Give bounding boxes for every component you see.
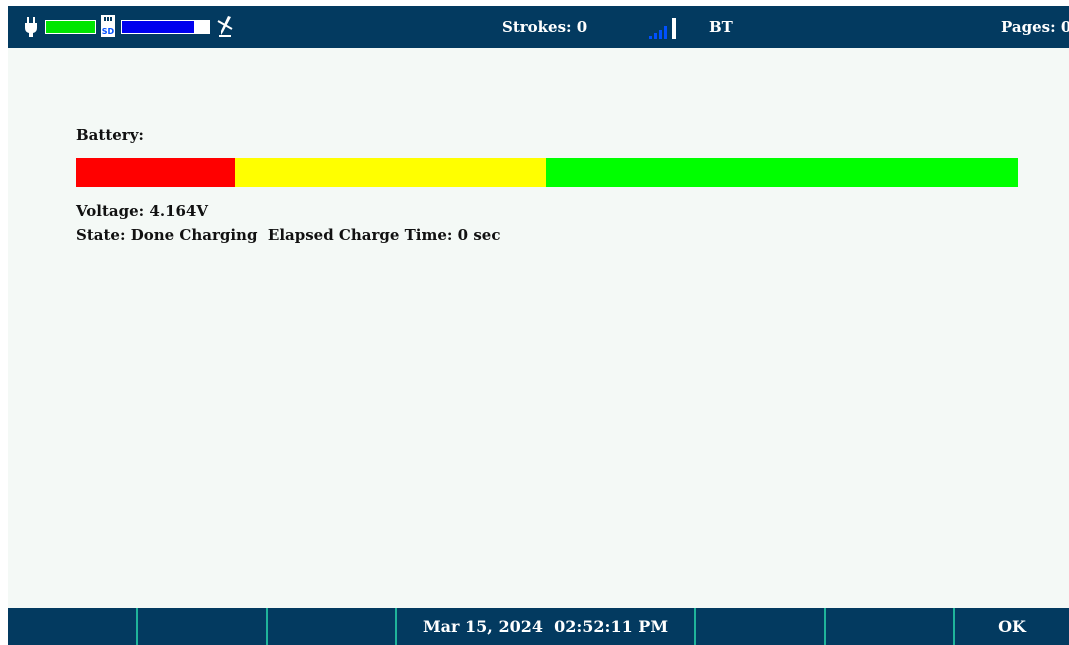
battery-segment-2 <box>235 158 547 187</box>
pen-disconnected-icon <box>217 16 233 37</box>
sd-card-icon: SD <box>101 15 115 37</box>
battery-level-bar <box>76 158 1018 187</box>
softkey-3[interactable] <box>266 608 395 645</box>
status-bar: SD Strokes: 0 BT Pages: 0 <box>8 6 1069 48</box>
pages-counter: Pages: 0 <box>1001 18 1069 36</box>
power-level-bar <box>45 20 96 34</box>
softkey-2[interactable] <box>136 608 266 645</box>
charge-state-readout: State: Done Charging Elapsed Charge Time… <box>76 226 501 244</box>
storage-level-bar <box>121 20 210 34</box>
softkey-5[interactable] <box>694 608 824 645</box>
svg-text:SD: SD <box>102 27 115 36</box>
device-screen: SD Strokes: 0 BT Pages: 0 Battery: Volta… <box>8 6 1069 645</box>
battery-segment-3 <box>546 158 1018 187</box>
battery-title: Battery: <box>76 126 144 144</box>
datetime-display: Mar 15, 2024 02:52:11 PM <box>395 608 694 645</box>
storage-level-fill <box>122 21 195 33</box>
strokes-counter: Strokes: 0 <box>502 18 588 36</box>
softkey-1[interactable] <box>8 608 136 645</box>
plug-icon <box>25 17 37 37</box>
bluetooth-status: BT <box>709 18 733 36</box>
softkey-bar: Mar 15, 2024 02:52:11 PM OK <box>8 608 1069 645</box>
softkey-6[interactable] <box>824 608 953 645</box>
signal-strength-icon <box>649 18 676 39</box>
ok-button[interactable]: OK <box>953 608 1069 645</box>
battery-segment-1 <box>76 158 236 187</box>
voltage-readout: Voltage: 4.164V <box>76 202 209 220</box>
